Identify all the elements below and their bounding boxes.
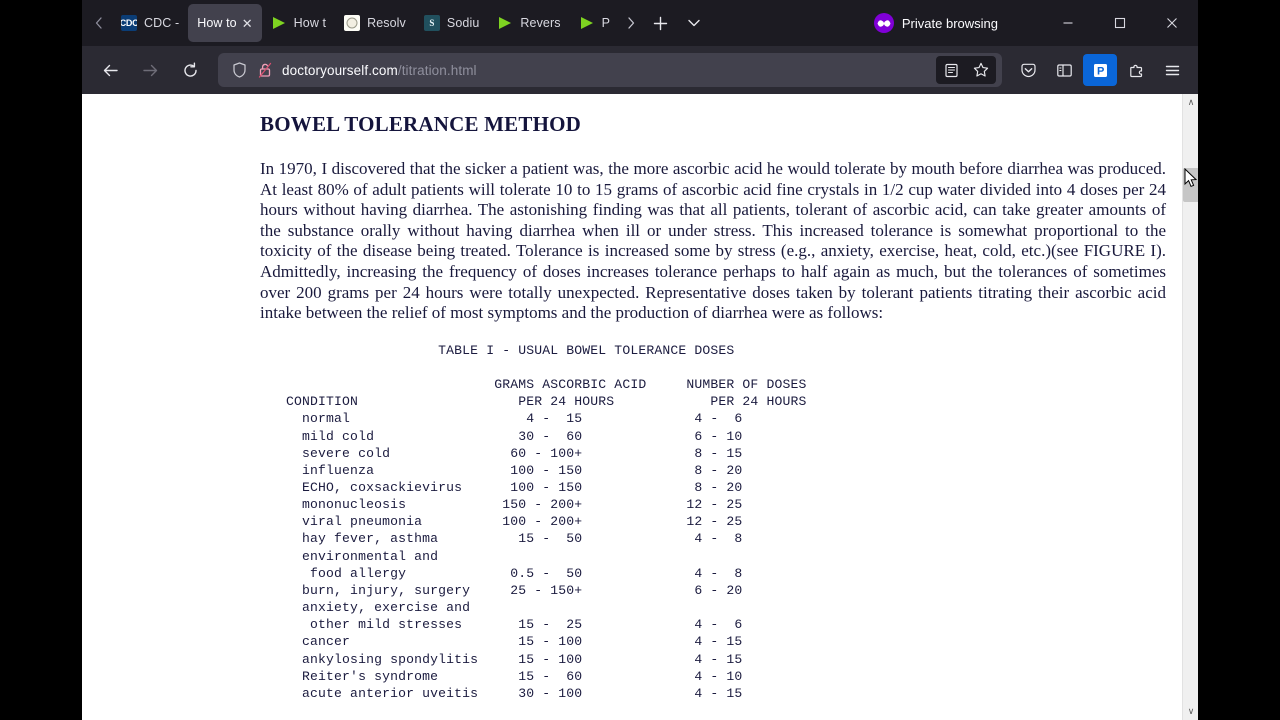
scroll-tabs-right-icon[interactable] (619, 8, 643, 38)
tab-title: P (601, 16, 611, 30)
navigation-toolbar: doctoryourself.com/titration.html P (82, 46, 1198, 94)
p-extension-icon[interactable]: P (1083, 54, 1117, 86)
new-tab-button[interactable] (643, 7, 677, 39)
reload-button[interactable] (172, 53, 208, 87)
white-circle-icon (344, 15, 361, 31)
tab-revers[interactable]: Revers (488, 4, 569, 42)
tab-sodium[interactable]: S Sodiu (415, 4, 488, 42)
close-button[interactable] (1146, 3, 1198, 43)
browser-window: CDC CDC - How to ✕ How t Resolv S Sodiu … (82, 0, 1198, 720)
insecure-lock-icon[interactable] (252, 57, 278, 83)
letter-s-icon: S (423, 15, 440, 31)
tab-how-to-active[interactable]: How to ✕ (188, 4, 262, 42)
private-browsing-mask-icon (873, 13, 894, 33)
tab-resolv[interactable]: Resolv (335, 4, 415, 42)
maximize-button[interactable] (1094, 3, 1146, 43)
bowel-tolerance-table: TABLE I - USUAL BOWEL TOLERANCE DOSES GR… (260, 342, 1166, 702)
minimize-button[interactable] (1042, 3, 1094, 43)
private-browsing-indicator: Private browsing (873, 13, 998, 33)
back-button[interactable] (92, 53, 128, 87)
tab-how-t[interactable]: How t (262, 4, 335, 42)
tab-title: How to (197, 16, 237, 30)
tab-cdc[interactable]: CDC CDC - (112, 4, 188, 42)
urlbar-action-group (936, 56, 996, 84)
tab-title: CDC - (144, 16, 180, 30)
private-browsing-label: Private browsing (901, 15, 998, 31)
youtube-icon (497, 15, 513, 31)
pocket-icon[interactable] (1011, 54, 1045, 86)
cdc-icon: CDC (121, 15, 137, 31)
youtube-icon (271, 15, 287, 31)
reader-mode-icon[interactable] (936, 56, 966, 84)
tab-title: Sodiu (446, 16, 480, 30)
close-tab-icon[interactable]: ✕ (242, 17, 253, 30)
scrollbar-thumb[interactable] (1183, 168, 1198, 202)
url-text: doctoryourself.com/titration.html (282, 63, 936, 78)
shield-icon[interactable] (226, 57, 252, 83)
toolbar-extensions: P (1010, 54, 1190, 86)
tab-title: Resolv (367, 16, 406, 30)
extension-puzzle-icon[interactable] (1119, 54, 1153, 86)
page-content: Ewan Cameron in association with Pauling… (82, 94, 1198, 720)
url-bar[interactable]: doctoryourself.com/titration.html (218, 53, 1002, 87)
url-path: /titration.html (397, 62, 477, 78)
youtube-icon (579, 15, 595, 31)
svg-text:P: P (1097, 65, 1104, 77)
table-preformatted: TABLE I - USUAL BOWEL TOLERANCE DOSES GR… (286, 342, 807, 701)
scroll-tabs-left-icon[interactable] (86, 8, 112, 38)
list-all-tabs-icon[interactable] (677, 7, 711, 39)
tab-strip: CDC CDC - How to ✕ How t Resolv S Sodiu … (82, 0, 1198, 46)
scroll-up-arrow-icon[interactable]: ∧ (1183, 94, 1198, 111)
window-controls (1042, 3, 1198, 43)
page-title: BOWEL TOLERANCE METHOD (260, 112, 582, 136)
tab-p[interactable]: P (570, 4, 619, 42)
body-paragraph: In 1970, I discovered that the sicker a … (260, 159, 1166, 323)
sidebar-icon[interactable] (1047, 54, 1081, 86)
document-body: Ewan Cameron in association with Pauling… (82, 94, 1182, 720)
tab-title: How t (293, 16, 327, 30)
bookmark-star-icon[interactable] (966, 56, 996, 84)
tab-title: Revers (520, 16, 561, 30)
tab-list: CDC CDC - How to ✕ How t Resolv S Sodiu … (112, 4, 619, 42)
url-domain: doctoryourself.com (282, 62, 398, 78)
forward-button[interactable] (132, 53, 168, 87)
scroll-down-arrow-icon[interactable]: ∨ (1183, 703, 1198, 720)
vertical-scrollbar[interactable]: ∧ ∨ (1182, 94, 1198, 720)
hamburger-menu-icon[interactable] (1155, 54, 1189, 86)
